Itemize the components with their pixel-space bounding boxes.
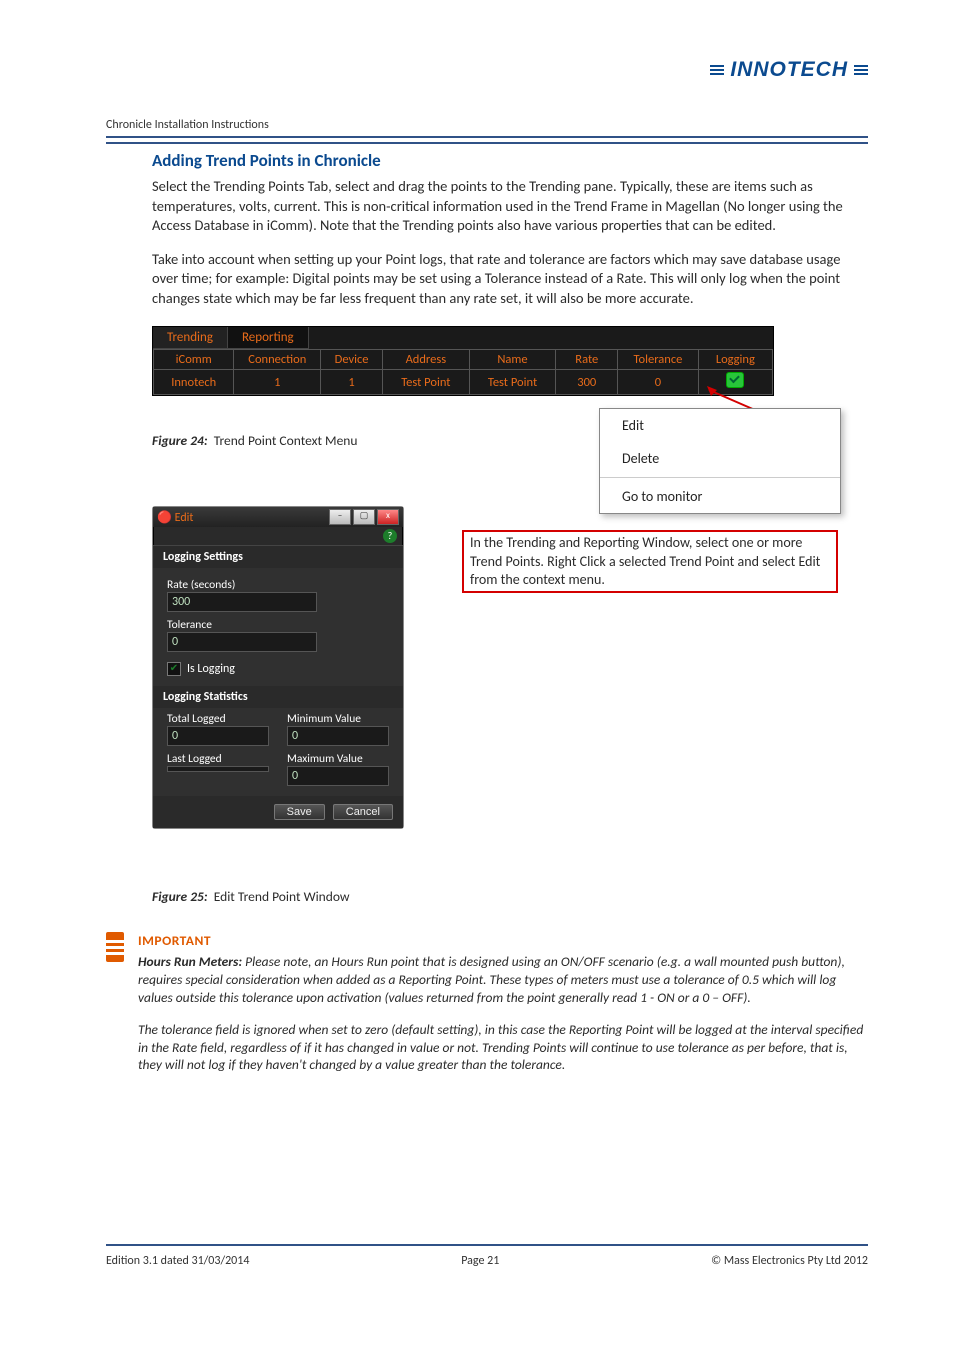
cell-device: 1: [321, 370, 383, 395]
important-title: IMPORTANT: [138, 932, 868, 949]
cell-logging: [698, 370, 772, 395]
tab-trending[interactable]: Trending: [153, 327, 228, 349]
table-row[interactable]: Innotech 1 1 Test Point Test Point 300 0: [154, 370, 773, 395]
logging-statistics-header: Logging Statistics: [153, 686, 403, 708]
trend-grid: iComm Connection Device Address Name Rat…: [153, 349, 773, 395]
tab-reporting[interactable]: Reporting: [228, 327, 309, 349]
figure-24-caption: Figure 24: Trend Point Context Menu: [152, 432, 358, 449]
header-rule-1: [106, 136, 868, 138]
cancel-button[interactable]: Cancel: [333, 804, 393, 820]
running-header: Chronicle Installation Instructions: [106, 118, 868, 132]
edit-dialog: 🔴 Edit – ▢ x ? Logging Settings Rate (se…: [152, 506, 404, 829]
figure-25-caption: Figure 25: Edit Trend Point Window: [152, 888, 350, 905]
important-para-2: The tolerance field is ignored when set …: [138, 1021, 868, 1074]
cell-icomm: Innotech: [154, 370, 234, 395]
maximize-button[interactable]: ▢: [353, 509, 375, 525]
last-logged-label: Last Logged: [167, 752, 269, 766]
ctx-separator: [600, 477, 840, 478]
section-heading: Adding Trend Points in Chronicle: [152, 150, 868, 171]
para-1: Select the Trending Points Tab, select a…: [152, 177, 868, 236]
cell-rate: 300: [556, 370, 618, 395]
is-logging-checkbox[interactable]: ✔ Is Logging: [167, 662, 389, 676]
important-para-1: Hours Run Meters: Please note, an Hours …: [138, 953, 868, 1006]
min-value-label: Minimum Value: [287, 712, 389, 726]
header-rule-2: [106, 142, 868, 144]
ctx-goto-monitor[interactable]: Go to monitor: [600, 480, 840, 513]
cell-address: Test Point: [383, 370, 470, 395]
col-name[interactable]: Name: [469, 350, 556, 370]
close-button[interactable]: x: [377, 509, 399, 525]
col-icomm[interactable]: iComm: [154, 350, 234, 370]
logging-settings-header: Logging Settings: [153, 546, 403, 568]
last-logged-value: [167, 766, 269, 772]
max-value-label: Maximum Value: [287, 752, 389, 766]
instruction-callout: In the Trending and Reporting Window, se…: [462, 530, 838, 593]
brand-word: INNOTECH: [730, 58, 848, 82]
dialog-title: 🔴 Edit: [157, 510, 193, 525]
cell-tolerance: 0: [618, 370, 698, 395]
footer-rule: [106, 1244, 868, 1246]
check-icon: [726, 372, 744, 388]
rate-input[interactable]: 300: [167, 592, 317, 612]
checkbox-icon: ✔: [167, 662, 181, 676]
col-connection[interactable]: Connection: [234, 350, 321, 370]
col-rate[interactable]: Rate: [556, 350, 618, 370]
context-menu: Edit Delete Go to monitor: [599, 408, 841, 514]
rate-label: Rate (seconds): [167, 578, 389, 592]
brand-logo: INNOTECH: [710, 58, 868, 82]
footer-center: Page 21: [461, 1254, 499, 1268]
important-icon: [106, 932, 124, 962]
minimize-button[interactable]: –: [329, 509, 351, 525]
total-logged-value: 0: [167, 726, 269, 746]
trending-panel: Trending Reporting iComm Connection Devi…: [152, 326, 774, 396]
tolerance-input[interactable]: 0: [167, 632, 317, 652]
col-device[interactable]: Device: [321, 350, 383, 370]
total-logged-label: Total Logged: [167, 712, 269, 726]
max-value: 0: [287, 766, 389, 786]
col-tolerance[interactable]: Tolerance: [618, 350, 698, 370]
col-address[interactable]: Address: [383, 350, 470, 370]
col-logging[interactable]: Logging: [698, 350, 772, 370]
footer-right: © Mass Electronics Pty Ltd 2012: [711, 1254, 868, 1268]
para-2: Take into account when setting up your P…: [152, 250, 868, 309]
help-icon[interactable]: ?: [383, 529, 397, 543]
cell-connection: 1: [234, 370, 321, 395]
tolerance-label: Tolerance: [167, 618, 389, 632]
save-button[interactable]: Save: [274, 804, 325, 820]
min-value: 0: [287, 726, 389, 746]
footer-left: Edition 3.1 dated 31/03/2014: [106, 1254, 249, 1268]
cell-name: Test Point: [469, 370, 556, 395]
ctx-edit[interactable]: Edit: [600, 409, 840, 442]
ctx-delete[interactable]: Delete: [600, 442, 840, 475]
